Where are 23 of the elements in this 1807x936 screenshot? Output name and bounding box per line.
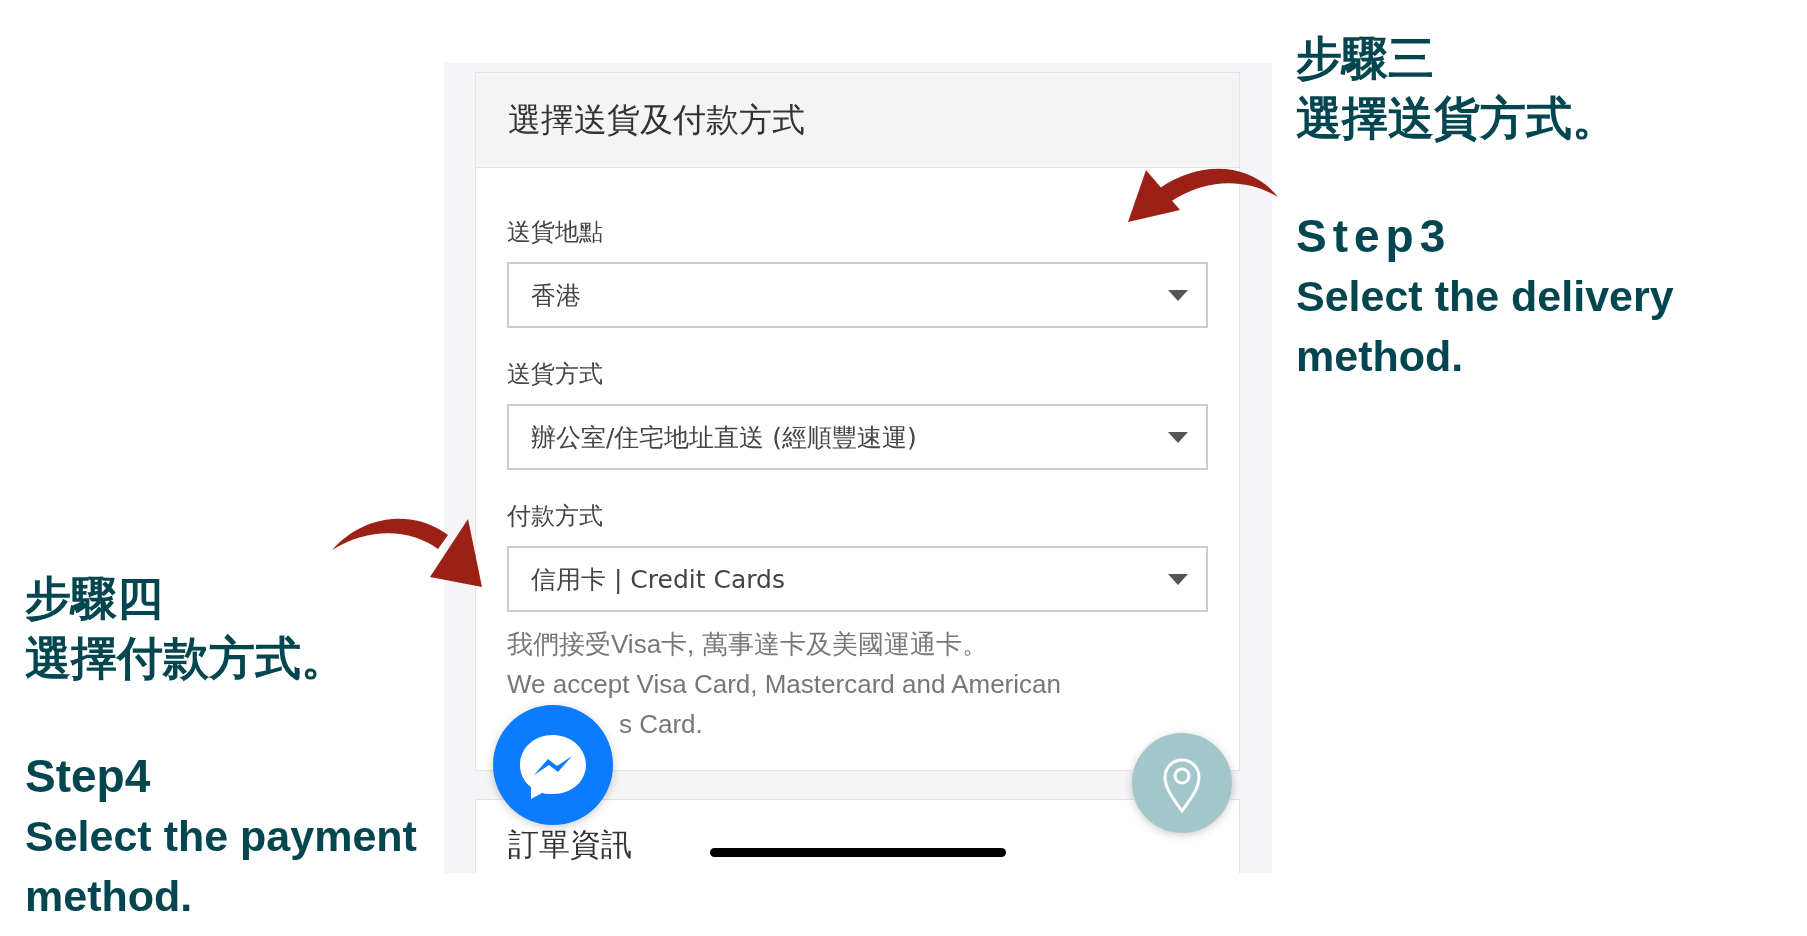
step-description: Select the delivery method. xyxy=(1296,271,1675,382)
caret-icon xyxy=(1168,573,1188,585)
caret-icon xyxy=(1168,431,1188,443)
card-title: 選擇送貨及付款方式 xyxy=(476,73,1239,168)
step-instruction: 選擇送貨方式。 xyxy=(1296,90,1619,147)
field-label: 送貨地點 xyxy=(507,217,604,248)
messenger-chat-button[interactable] xyxy=(493,705,613,825)
step-heading: 步驟四 xyxy=(25,570,164,627)
select-field[interactable]: 信用卡 | Credit Cards xyxy=(507,546,1208,612)
select-field[interactable]: 辦公室/住宅地址直送 (經順豐速運) xyxy=(507,404,1208,470)
help-text: We accept Visa Card, Mastercard and American xyxy=(507,668,1061,701)
step-instruction: 選擇付款方式。 xyxy=(25,630,348,687)
step-heading: 步驟三 xyxy=(1296,30,1435,87)
step-number: Step3 xyxy=(1296,209,1452,264)
step-description: Select the payment method. xyxy=(25,811,418,922)
field-label: 送貨方式 xyxy=(507,359,604,390)
help-text: 我們接受Visa卡, 萬事達卡及美國運通卡。 xyxy=(507,628,988,661)
step-number: Step4 xyxy=(25,749,151,804)
section-title: 訂單資訊 xyxy=(508,825,632,864)
caret-icon xyxy=(1168,289,1188,301)
help-text: s Card. xyxy=(619,708,703,741)
field-label: 付款方式 xyxy=(507,501,604,532)
select-field[interactable]: 香港 xyxy=(507,262,1208,328)
